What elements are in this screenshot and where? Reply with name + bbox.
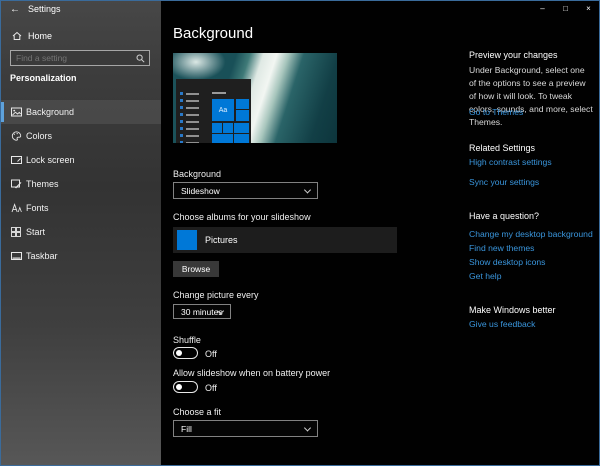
show-desktop-icons-link[interactable]: Show desktop icons bbox=[469, 257, 545, 267]
find-new-themes-link[interactable]: Find new themes bbox=[469, 243, 534, 253]
close-button[interactable]: × bbox=[577, 1, 599, 17]
settings-window: ← Settings Home Personalization Backgrou… bbox=[0, 0, 600, 466]
back-button[interactable]: ← bbox=[8, 3, 22, 17]
search-box[interactable] bbox=[10, 50, 150, 66]
give-us-feedback-link[interactable]: Give us feedback bbox=[469, 319, 535, 329]
preview-changes-body: Under Background, select one of the opti… bbox=[469, 65, 593, 127]
image-icon bbox=[11, 107, 22, 117]
background-dropdown-label: Background bbox=[173, 169, 222, 179]
shuffle-label: Shuffle bbox=[173, 335, 201, 345]
sidebar-item-label: Colors bbox=[26, 131, 53, 141]
album-row-pictures[interactable]: Pictures bbox=[173, 227, 397, 253]
go-to-themes-link[interactable]: Go to Themes bbox=[469, 107, 523, 117]
home-label: Home bbox=[28, 31, 53, 41]
sidebar-item-label: Themes bbox=[26, 179, 59, 189]
sidebar-item-label: Lock screen bbox=[26, 155, 75, 165]
taskbar-icon bbox=[11, 251, 22, 261]
background-preview-image: Aa bbox=[173, 53, 337, 143]
main-content: – □ × Background Aa Background Slideshow… bbox=[161, 1, 599, 465]
chevron-down-icon bbox=[303, 423, 312, 432]
fit-label: Choose a fit bbox=[173, 407, 222, 417]
change-picture-label: Change picture every bbox=[173, 290, 259, 300]
search-icon bbox=[136, 54, 145, 63]
background-dropdown[interactable]: Slideshow bbox=[173, 182, 318, 199]
window-title: Settings bbox=[28, 4, 61, 14]
have-a-question-heading: Have a question? bbox=[469, 211, 540, 221]
home-icon bbox=[12, 31, 22, 41]
shuffle-toggle[interactable] bbox=[173, 347, 198, 359]
page-title: Background bbox=[173, 25, 254, 42]
sync-settings-link[interactable]: Sync your settings bbox=[469, 177, 539, 187]
get-help-link[interactable]: Get help bbox=[469, 271, 502, 281]
albums-label: Choose albums for your slideshow bbox=[173, 212, 311, 222]
sidebar-section-header: Personalization bbox=[10, 73, 77, 83]
sidebar: ← Settings Home Personalization Backgrou… bbox=[1, 1, 161, 465]
sidebar-item-start[interactable]: Start bbox=[1, 220, 161, 244]
sidebar-item-label: Taskbar bbox=[26, 251, 58, 261]
palette-icon bbox=[11, 131, 22, 141]
high-contrast-link[interactable]: High contrast settings bbox=[469, 157, 552, 167]
caption-buttons: – □ × bbox=[531, 1, 599, 17]
fit-dropdown[interactable]: Fill bbox=[173, 420, 318, 437]
sidebar-nav: Background Colors Lock screen Themes Fon… bbox=[1, 100, 161, 268]
make-windows-better-heading: Make Windows better bbox=[469, 305, 556, 315]
album-thumbnail bbox=[177, 230, 197, 250]
change-picture-dropdown[interactable]: 30 minutes bbox=[173, 304, 231, 319]
start-icon bbox=[11, 227, 21, 237]
chevron-down-icon bbox=[216, 306, 225, 315]
sidebar-item-label: Background bbox=[26, 107, 75, 117]
tile-group-caption bbox=[212, 92, 226, 94]
maximize-button[interactable]: □ bbox=[554, 1, 577, 17]
related-settings-heading: Related Settings bbox=[469, 143, 536, 153]
preview-changes-heading: Preview your changes bbox=[469, 50, 558, 60]
fonts-icon bbox=[11, 203, 22, 213]
sidebar-item-fonts[interactable]: Fonts bbox=[1, 196, 161, 220]
battery-label: Allow slideshow when on battery power bbox=[173, 368, 331, 378]
sidebar-item-home[interactable]: Home bbox=[1, 28, 161, 48]
chevron-down-icon bbox=[303, 185, 312, 194]
sidebar-item-taskbar[interactable]: Taskbar bbox=[1, 244, 161, 268]
sidebar-item-label: Start bbox=[26, 227, 46, 237]
lock-screen-icon bbox=[11, 155, 22, 165]
album-name: Pictures bbox=[205, 235, 238, 245]
themes-icon bbox=[11, 179, 22, 189]
start-menu-list bbox=[180, 92, 199, 143]
browse-button[interactable]: Browse bbox=[173, 261, 219, 277]
shuffle-state: Off bbox=[205, 349, 217, 359]
sidebar-item-lock-screen[interactable]: Lock screen bbox=[1, 148, 161, 172]
battery-toggle[interactable] bbox=[173, 381, 198, 393]
search-input[interactable] bbox=[11, 51, 133, 65]
change-desktop-background-link[interactable]: Change my desktop background bbox=[469, 229, 593, 239]
battery-state: Off bbox=[205, 383, 217, 393]
sidebar-item-label: Fonts bbox=[26, 203, 49, 213]
aa-tile: Aa bbox=[212, 99, 234, 121]
sidebar-item-colors[interactable]: Colors bbox=[1, 124, 161, 148]
sidebar-item-background[interactable]: Background bbox=[1, 100, 161, 124]
start-menu-preview: Aa bbox=[176, 79, 251, 143]
minimize-button[interactable]: – bbox=[531, 1, 554, 17]
sidebar-item-themes[interactable]: Themes bbox=[1, 172, 161, 196]
